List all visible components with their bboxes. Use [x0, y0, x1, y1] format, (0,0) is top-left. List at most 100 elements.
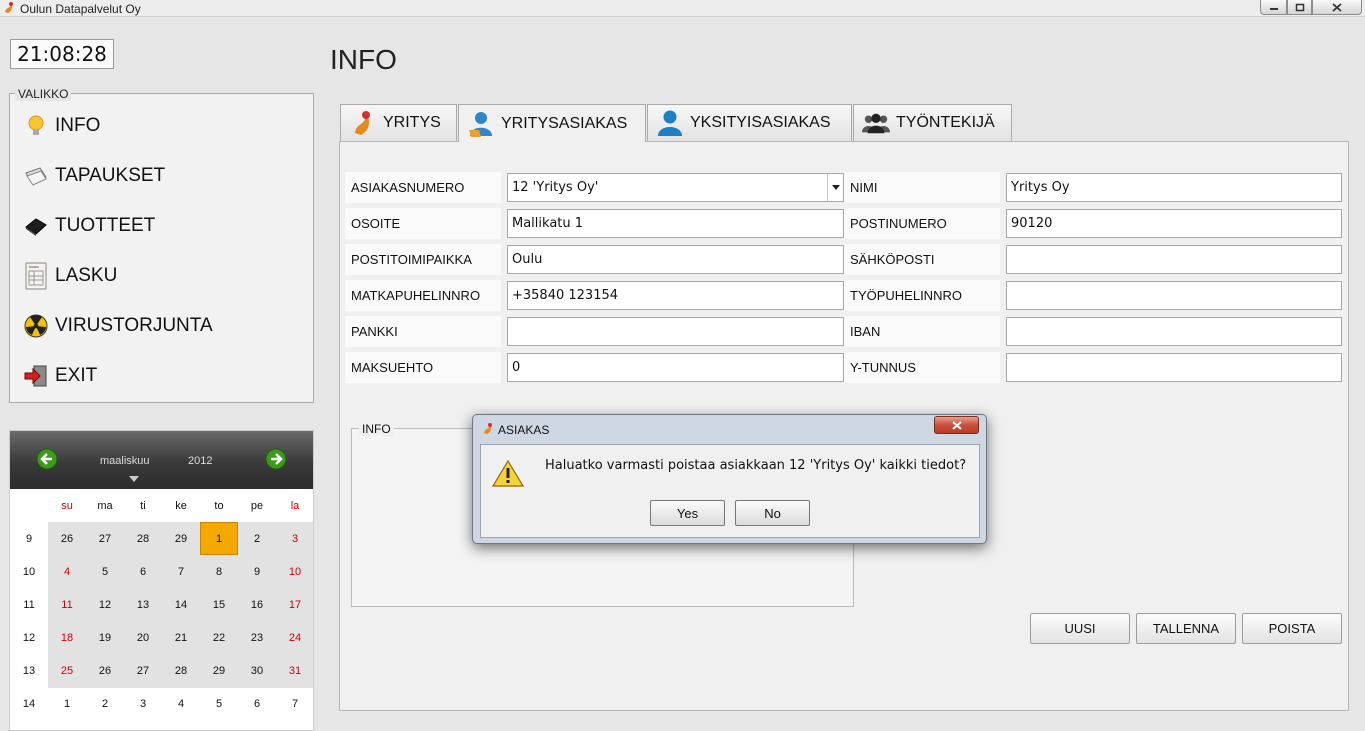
calendar-day[interactable]: 16 — [238, 588, 276, 621]
calendar-day[interactable]: 28 — [162, 654, 200, 687]
weekday-header: to — [214, 499, 224, 512]
calendar-day[interactable]: 17 — [276, 588, 313, 621]
calendar-day[interactable]: 11 — [48, 588, 86, 621]
dialog-body: Haluatko varmasti poistaa asiakkaan 12 '… — [480, 444, 980, 538]
previous-month-icon[interactable] — [36, 448, 58, 470]
calendar-day[interactable]: 8 — [200, 555, 238, 588]
work-phone-field[interactable] — [1006, 281, 1342, 310]
iban-field[interactable] — [1006, 317, 1342, 346]
calendar-day[interactable]: 2 — [238, 522, 276, 555]
calendar-day[interactable]: 25 — [48, 654, 86, 687]
calendar-day[interactable]: 4 — [48, 555, 86, 588]
calendar-day[interactable]: 29 — [162, 522, 200, 555]
calendar-day[interactable]: 22 — [200, 621, 238, 654]
close-icon — [951, 420, 962, 430]
label-nimi: NIMI — [844, 172, 1000, 203]
calendar-day[interactable]: 2 — [86, 687, 124, 720]
calendar-day[interactable]: 14 — [162, 588, 200, 621]
dialog-close-button[interactable] — [934, 416, 979, 434]
menu-item-exit[interactable]: EXIT — [23, 358, 97, 394]
calendar-day[interactable]: 13 — [124, 588, 162, 621]
menu-item-label: TAPAUKSET — [55, 165, 166, 186]
warning-icon — [492, 459, 524, 487]
calendar-day[interactable]: 19 — [86, 621, 124, 654]
calendar-day[interactable]: 7 — [276, 687, 313, 720]
menu-item-virustorjunta[interactable]: VIRUSTORJUNTA — [23, 308, 213, 344]
city-field[interactable]: Oulu — [507, 245, 844, 274]
tab-label: YKSITYISASIAKAS — [690, 114, 831, 131]
label-maksuehto: MAKSUEHTO — [345, 352, 501, 383]
calendar-day-selected[interactable]: 1 — [200, 522, 238, 555]
company-logo-icon — [349, 109, 377, 137]
calendar-day[interactable]: 5 — [86, 555, 124, 588]
calendar-day[interactable]: 15 — [200, 588, 238, 621]
calendar-day[interactable]: 18 — [48, 621, 86, 654]
calendar-day[interactable]: 3 — [276, 522, 313, 555]
tab-label: TYÖNTEKIJÄ — [896, 114, 995, 131]
calendar-day[interactable]: 9 — [238, 555, 276, 588]
postal-code-field[interactable]: 90120 — [1006, 209, 1342, 238]
tab-label: YRITYS — [383, 114, 441, 131]
calendar-day[interactable]: 4 — [162, 687, 200, 720]
yes-button[interactable]: Yes — [650, 500, 725, 526]
tab-yritysasiakas[interactable]: YRITYSASIAKAS — [458, 104, 646, 142]
calendar-day[interactable]: 27 — [86, 522, 124, 555]
calendar-day[interactable]: 27 — [124, 654, 162, 687]
window-close-button[interactable] — [1312, 0, 1362, 15]
tab-yritys[interactable]: YRITYS — [340, 104, 457, 141]
calendar-day[interactable]: 5 — [200, 687, 238, 720]
menu-item-tuotteet[interactable]: TUOTTEET — [23, 208, 155, 244]
save-button[interactable]: TALLENNA — [1136, 613, 1236, 644]
calendar-day[interactable]: 1 — [48, 687, 86, 720]
calendar-day[interactable]: 6 — [238, 687, 276, 720]
new-button[interactable]: UUSI — [1030, 613, 1130, 644]
week-number: 13 — [22, 664, 36, 677]
calendar-day[interactable]: 30 — [238, 654, 276, 687]
calendar-day[interactable]: 6 — [124, 555, 162, 588]
email-field[interactable] — [1006, 245, 1342, 274]
week-number: 12 — [22, 631, 36, 644]
calendar-day[interactable]: 21 — [162, 621, 200, 654]
business-id-field[interactable] — [1006, 353, 1342, 382]
menu-item-info[interactable]: INFO — [23, 108, 100, 144]
calendar-day[interactable]: 29 — [200, 654, 238, 687]
minimize-icon — [1269, 8, 1278, 10]
week-number: 11 — [23, 598, 35, 611]
tab-yksityisasiakas[interactable]: YKSITYISASIAKAS — [647, 104, 852, 141]
customer-number-select[interactable]: 12 'Yritys Oy' — [507, 173, 844, 202]
no-button[interactable]: No — [735, 500, 810, 526]
tab-tyontekija[interactable]: TYÖNTEKIJÄ — [853, 104, 1012, 141]
next-month-icon[interactable] — [265, 448, 287, 470]
delete-button[interactable]: POISTA — [1242, 613, 1342, 644]
payment-terms-field[interactable]: 0 — [507, 353, 844, 382]
calendar-day[interactable]: 20 — [124, 621, 162, 654]
calendar-day[interactable]: 7 — [162, 555, 200, 588]
minimize-button[interactable] — [1260, 0, 1287, 15]
name-field[interactable]: Yritys Oy — [1006, 173, 1342, 202]
calendar-day[interactable]: 26 — [86, 654, 124, 687]
calendar-month[interactable]: maaliskuu — [100, 455, 150, 467]
app-logo-icon — [5, 2, 13, 13]
bank-field[interactable] — [507, 317, 844, 346]
select-dropdown-button[interactable] — [827, 174, 843, 201]
calendar-day[interactable]: 26 — [48, 522, 86, 555]
mobile-phone-field[interactable]: +35840 123154 — [507, 281, 844, 310]
calendar-day[interactable]: 24 — [276, 621, 313, 654]
calendar-header: maaliskuu 2012 — [10, 431, 313, 489]
calendar-day[interactable]: 31 — [276, 654, 313, 687]
calendar-day[interactable]: 23 — [238, 621, 276, 654]
calendar-day[interactable]: 12 — [86, 588, 124, 621]
menu-item-lasku[interactable]: LASKU — [23, 258, 117, 294]
address-field[interactable]: Mallikatu 1 — [507, 209, 844, 238]
label-postinumero: POSTINUMERO — [844, 208, 1000, 239]
menu-item-tapaukset[interactable]: TAPAUKSET — [23, 158, 165, 194]
weekday-header: pe — [250, 499, 264, 512]
radiation-icon — [23, 313, 49, 339]
calendar-day[interactable]: 10 — [276, 555, 313, 588]
calendar-day[interactable]: 28 — [124, 522, 162, 555]
calendar-day[interactable]: 3 — [124, 687, 162, 720]
maximize-button[interactable] — [1287, 0, 1312, 15]
calendar-year[interactable]: 2012 — [188, 455, 212, 467]
month-dropdown-icon[interactable] — [129, 476, 139, 482]
weekday-header: su — [61, 499, 73, 512]
